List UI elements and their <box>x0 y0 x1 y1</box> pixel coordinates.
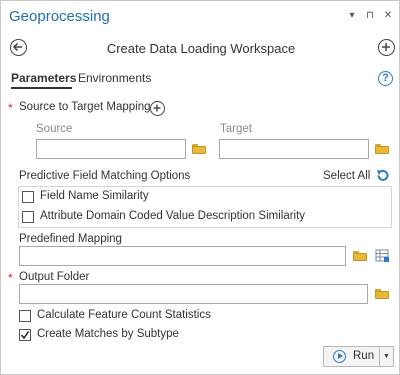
domain-description-similarity-label: Attribute Domain Coded Value Description… <box>40 210 306 222</box>
select-all-link[interactable]: Select All <box>323 170 370 182</box>
run-button[interactable]: Run <box>323 346 380 367</box>
predefined-mapping-input[interactable] <box>19 246 346 266</box>
source-column-label: Source <box>36 123 73 135</box>
source-input[interactable] <box>36 139 186 159</box>
calculate-feature-count-checkbox[interactable] <box>19 310 31 322</box>
tool-title: Create Data Loading Workspace <box>106 41 296 56</box>
mapping-table-icon[interactable] <box>375 249 390 263</box>
reset-icon[interactable] <box>375 168 390 183</box>
field-matching-label: Predictive Field Matching Options <box>19 170 191 182</box>
calculate-feature-count-label: Calculate Feature Count Statistics <box>37 309 211 321</box>
pin-icon[interactable]: ⊓ <box>364 10 376 22</box>
pane-titlebar: Geoprocessing ▾ ⊓ ✕ <box>2 2 400 32</box>
browse-mapping-folder-icon[interactable] <box>353 251 367 261</box>
play-icon <box>333 350 346 363</box>
plus-icon <box>382 43 390 51</box>
geoprocessing-pane: Geoprocessing ▾ ⊓ ✕ Create Data Loading … <box>0 0 400 375</box>
required-indicator: * <box>8 101 13 115</box>
browse-source-folder-icon[interactable] <box>192 144 206 154</box>
tab-parameters[interactable]: Parameters <box>11 71 76 85</box>
required-indicator: * <box>8 271 13 285</box>
add-mapping-button[interactable] <box>150 101 165 116</box>
tool-header: Create Data Loading Workspace <box>2 33 400 63</box>
domain-description-similarity-checkbox[interactable] <box>22 211 34 223</box>
create-matches-by-subtype-label: Create Matches by Subtype <box>37 328 179 340</box>
plus-icon <box>153 104 161 112</box>
tab-environments[interactable]: Environments <box>78 71 151 85</box>
run-label: Run <box>353 350 375 362</box>
browse-output-folder-icon[interactable] <box>375 289 389 299</box>
target-input[interactable] <box>219 139 369 159</box>
run-options-dropdown[interactable]: ▼ <box>380 346 394 367</box>
create-matches-by-subtype-checkbox[interactable] <box>19 329 31 341</box>
close-icon[interactable]: ✕ <box>382 10 394 22</box>
help-icon[interactable]: ? <box>378 71 393 86</box>
field-name-similarity-label: Field Name Similarity <box>40 190 149 202</box>
source-target-mapping-label: Source to Target Mapping <box>19 101 151 113</box>
output-folder-label: Output Folder <box>19 271 90 283</box>
field-name-similarity-checkbox[interactable] <box>22 191 34 203</box>
add-button[interactable] <box>378 39 395 56</box>
checkmark-icon <box>20 331 30 340</box>
pane-title: Geoprocessing <box>9 8 110 25</box>
active-tab-indicator <box>11 87 72 89</box>
pane-options-dropdown[interactable]: ▾ <box>346 10 358 22</box>
browse-target-folder-icon[interactable] <box>375 144 389 154</box>
target-column-label: Target <box>220 123 252 135</box>
predefined-mapping-label: Predefined Mapping <box>19 233 122 245</box>
output-folder-input[interactable] <box>19 284 368 304</box>
